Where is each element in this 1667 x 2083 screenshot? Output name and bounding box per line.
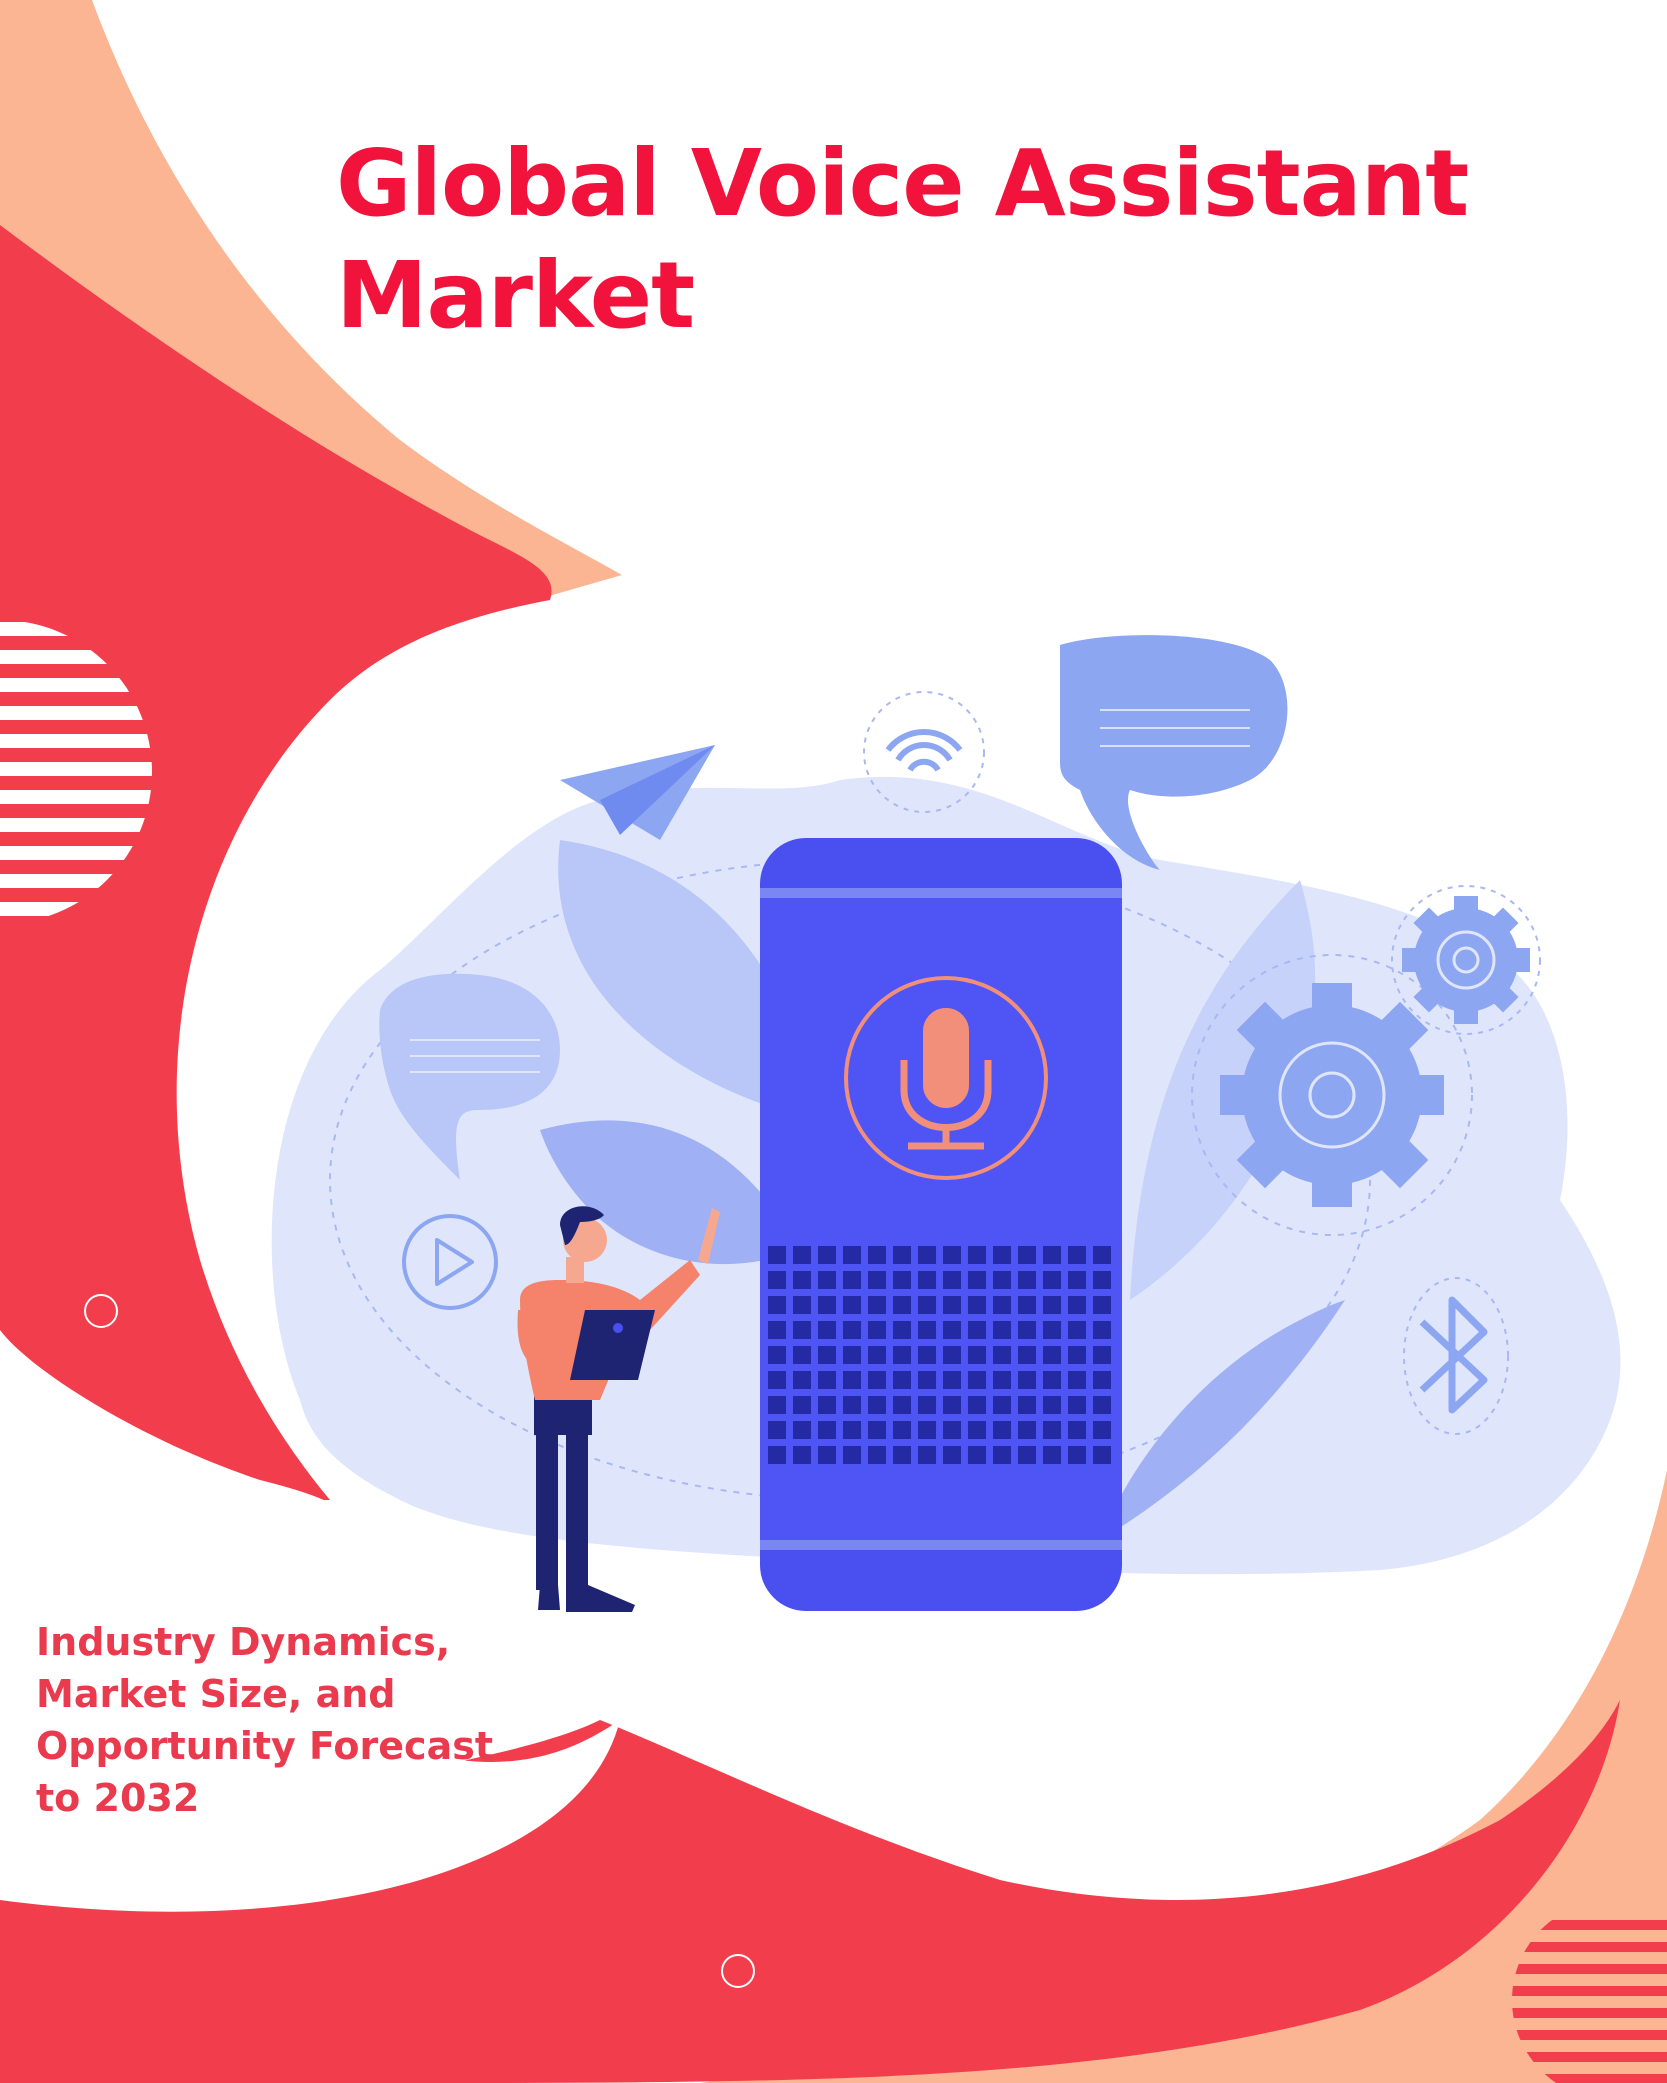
page-title: Global Voice Assistant Market <box>336 128 1596 352</box>
smart-speaker-device <box>760 838 1122 1611</box>
subtitle-line: Industry Dynamics, <box>36 1620 451 1664</box>
chat-bubble-icon <box>1060 635 1288 870</box>
report-subtitle: Industry Dynamics, Market Size, and Oppo… <box>36 1616 596 1824</box>
subtitle-line: to 2032 <box>36 1776 200 1820</box>
subtitle-line: Opportunity Forecast <box>36 1724 494 1768</box>
gear-icon <box>1220 983 1444 1207</box>
subtitle-line: Market Size, and <box>36 1672 396 1716</box>
title-line: Market <box>336 242 695 349</box>
voice-assistant-illustration <box>271 635 1621 1612</box>
title-line: Global Voice Assistant <box>336 130 1469 237</box>
